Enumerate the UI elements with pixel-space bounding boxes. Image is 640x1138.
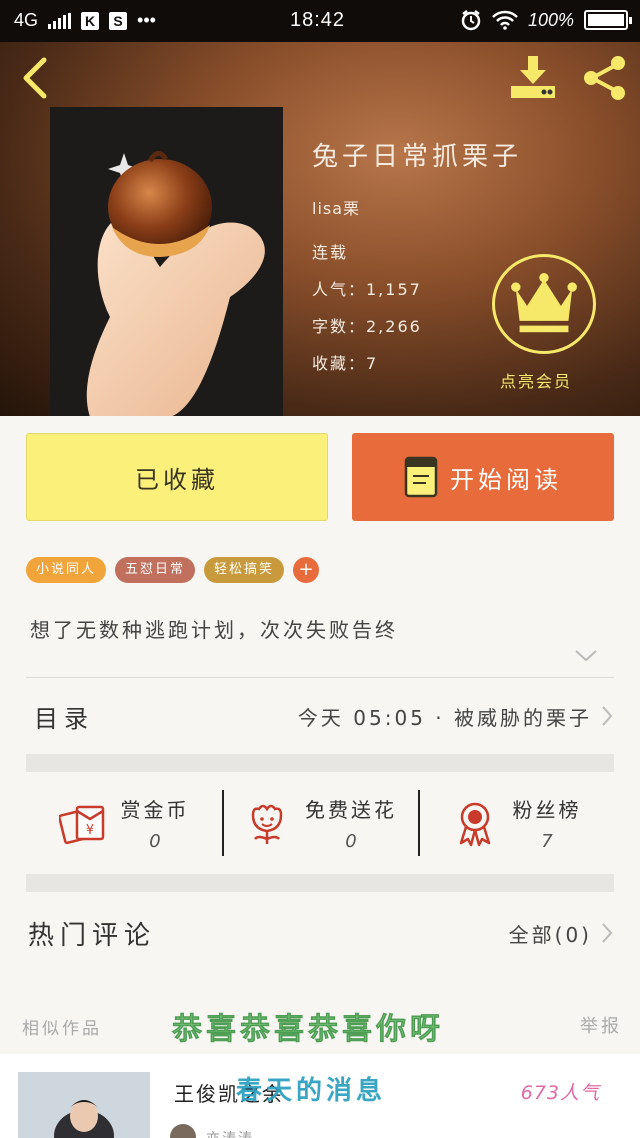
red-envelope-icon: ¥	[58, 805, 104, 845]
more-notifications: •••	[137, 10, 156, 30]
send-flower-button[interactable]: 免费送花 0	[222, 788, 418, 858]
hot-comments-row[interactable]: 热门评论 全部(0)	[26, 906, 614, 960]
chevron-right-icon	[602, 706, 613, 726]
status-bar: 4G K S ••• 18:42 100%	[0, 0, 640, 42]
flower-icon	[251, 804, 283, 844]
vip-button[interactable]	[492, 254, 596, 354]
book-word-count: 字数：2,266	[312, 317, 422, 336]
similar-work-author: 亦涛涛	[206, 1128, 254, 1138]
section-gap	[26, 874, 614, 892]
share-button[interactable]	[580, 54, 630, 102]
svg-text:¥: ¥	[85, 823, 93, 838]
portrait-image	[18, 1072, 150, 1138]
add-tag-button[interactable]: +	[293, 557, 320, 583]
report-button[interactable]: 举报	[580, 1012, 622, 1038]
download-button[interactable]	[508, 54, 560, 102]
medal-icon	[459, 802, 490, 847]
network-type: 4G	[14, 10, 39, 30]
app-k-icon: K	[81, 11, 100, 30]
back-button[interactable]	[16, 56, 56, 100]
battery-fill	[588, 14, 624, 26]
book-popularity: 人气：1,157	[312, 280, 422, 299]
start-reading-button[interactable]: 开始阅读	[352, 433, 614, 521]
stat-value: 7	[541, 831, 553, 852]
tag-list: 小说同人 五怼日常 轻松搞笑 +	[26, 557, 320, 583]
collected-label: 已收藏	[135, 465, 219, 494]
stat-name: 免费送花	[305, 798, 397, 822]
tag-chip[interactable]: 轻松搞笑	[204, 557, 285, 583]
signal-icon	[48, 12, 72, 29]
book-description: 想了无数种逃跑计划，次次失败告终	[30, 618, 398, 642]
alarm-icon	[461, 10, 481, 31]
battery-percent: 100%	[527, 9, 574, 30]
congrats-overlay-text: 恭喜恭喜恭喜你呀	[172, 1012, 444, 1048]
stat-name: 粉丝榜	[512, 798, 582, 822]
similar-works-header: 相似作品 恭喜恭喜恭喜你呀 举报	[0, 1004, 640, 1048]
all-comments-link[interactable]: 全部(0)	[509, 919, 592, 948]
similar-work-popularity: 673人气	[520, 1082, 600, 1104]
clock: 18:42	[290, 9, 346, 31]
catalog-row[interactable]: 目录 今天 05:05 · 被威胁的栗子	[26, 690, 614, 742]
catalog-label: 目录	[34, 704, 94, 733]
tag-chip[interactable]: 小说同人	[26, 557, 107, 583]
book-favorites: 收藏：7	[312, 354, 379, 373]
stats-bar: ¥ 赏金币 0 免费送花 0 粉丝榜 7	[26, 788, 614, 858]
book-title: 兔子日常抓栗子	[312, 142, 523, 172]
book-cover[interactable]	[50, 107, 283, 416]
chevron-right-icon	[602, 923, 613, 943]
stat-value: 0	[149, 831, 161, 852]
spring-overlay-text: 春天的消息	[236, 1076, 387, 1106]
start-reading-label: 开始阅读	[450, 465, 562, 494]
book-icon	[404, 456, 438, 498]
divider	[26, 677, 614, 678]
book-status: 连载	[312, 243, 349, 262]
book-author[interactable]: lisa栗	[312, 195, 522, 219]
crown-icon	[511, 272, 577, 333]
tag-chip[interactable]: 五怼日常	[115, 557, 196, 583]
fan-ranking-button[interactable]: 粉丝榜 7	[418, 788, 614, 858]
book-header: 兔子日常抓栗子 lisa栗 连载 人气：1,157 字数：2,266 收藏：7 …	[0, 42, 640, 416]
expand-description-button[interactable]	[574, 648, 598, 664]
book-info: 兔子日常抓栗子 lisa栗 连载 人气：1,157 字数：2,266 收藏：7	[312, 136, 522, 387]
section-gap	[26, 754, 614, 772]
similar-work-thumbnail	[18, 1072, 150, 1138]
stat-name: 赏金币	[120, 798, 190, 822]
battery-icon	[584, 10, 632, 30]
stat-value: 0	[345, 831, 357, 852]
latest-chapter: 今天 05:05 · 被威胁的栗子	[297, 705, 592, 730]
wifi-icon	[492, 10, 518, 30]
chestnut-hand-illustration	[50, 107, 283, 416]
app-s-icon: S	[109, 11, 128, 30]
similar-work-item[interactable]: 王俊凯之余 春天的消息 673人气 亦涛涛	[0, 1054, 640, 1138]
avatar	[170, 1124, 196, 1138]
collected-button[interactable]: 已收藏	[26, 433, 328, 521]
similar-works-label: 相似作品	[22, 1019, 102, 1039]
hot-comments-label: 热门评论	[28, 920, 157, 951]
reward-coins-button[interactable]: ¥ 赏金币 0	[26, 788, 222, 858]
vip-label[interactable]: 点亮会员	[500, 368, 572, 392]
